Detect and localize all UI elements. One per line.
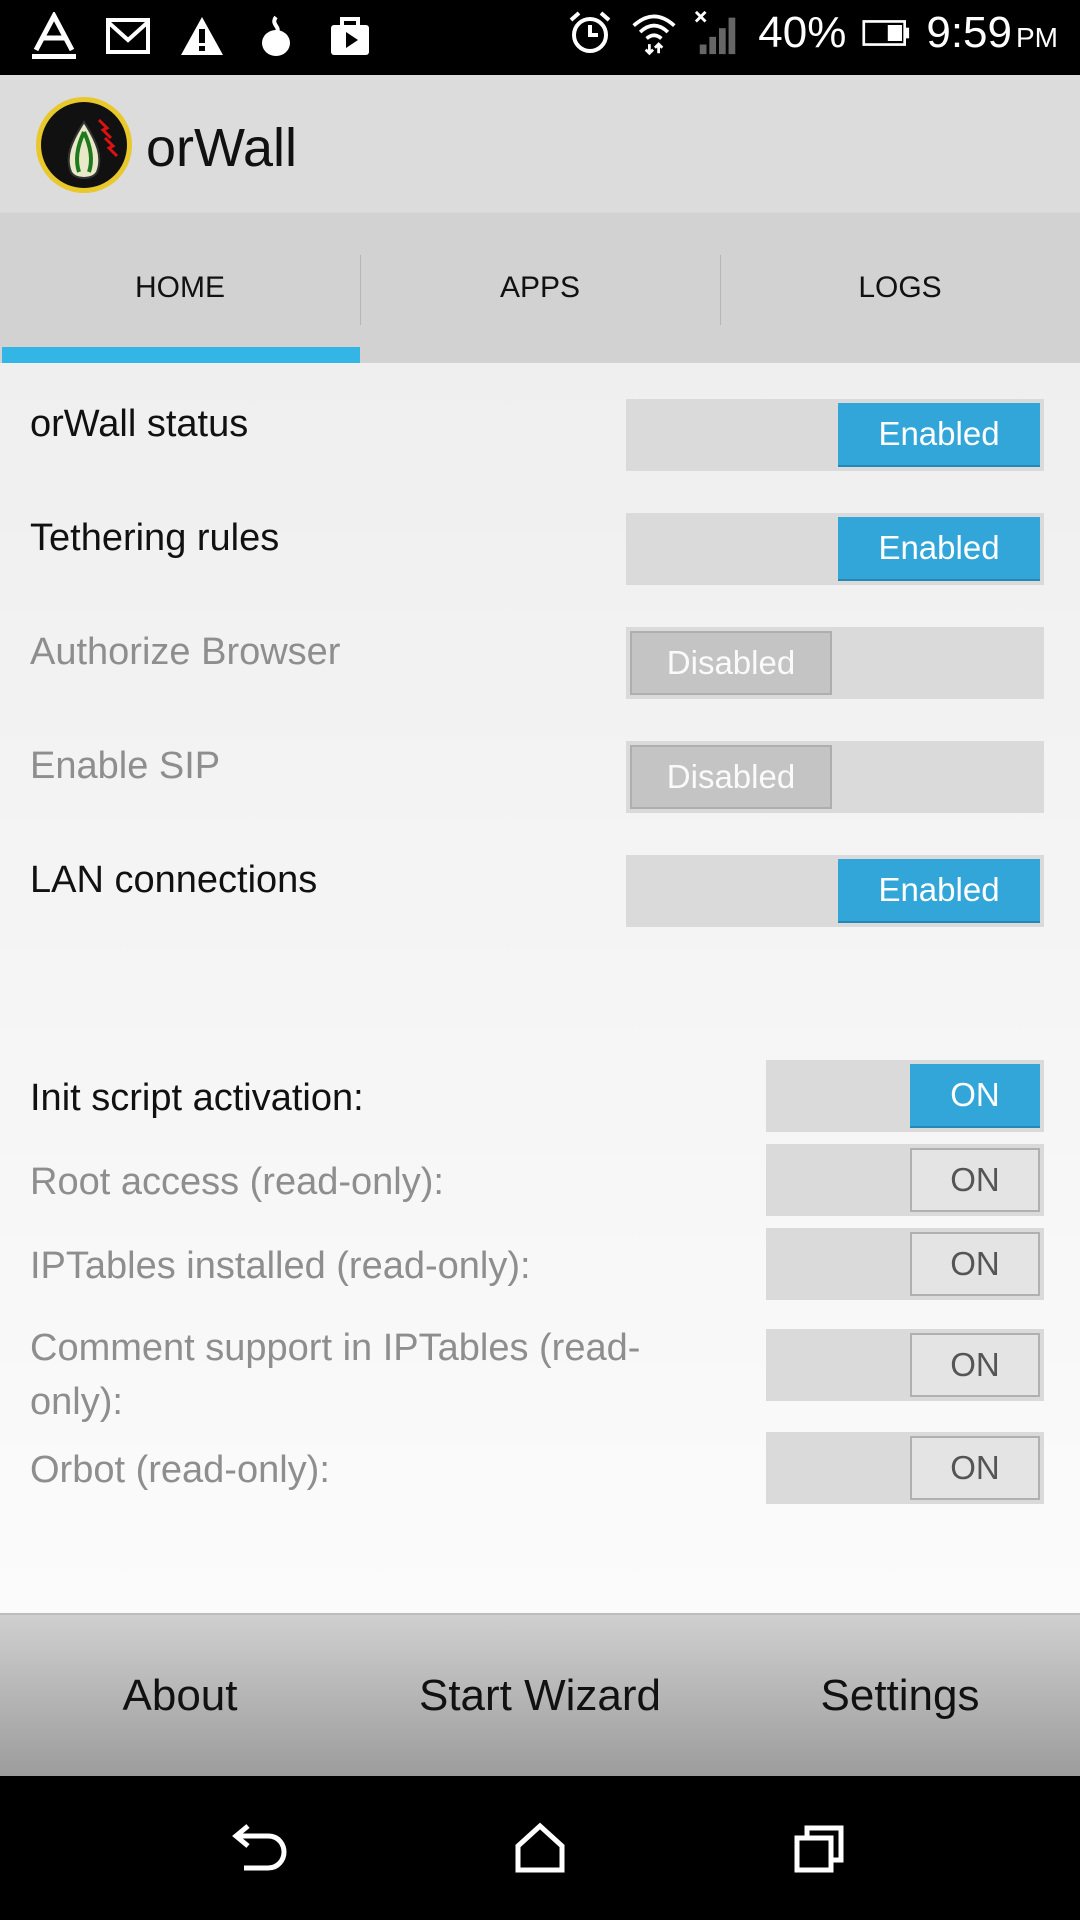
home-content: orWall status Enabled Tethering rules En…: [0, 363, 1080, 1613]
setting-label: LAN connections: [30, 859, 318, 901]
action-bar: orWall: [0, 75, 1080, 213]
wifi-icon: [630, 9, 678, 57]
enable-sip-toggle[interactable]: Disabled: [626, 741, 1044, 813]
check-label: IPTables installed (read-only):: [30, 1245, 531, 1287]
authorize-browser-toggle[interactable]: Disabled: [626, 627, 1044, 699]
home-icon[interactable]: [505, 1813, 575, 1883]
play-store-icon: [326, 12, 374, 60]
toggle-thumb: ON: [910, 1333, 1040, 1397]
orwall-status-toggle[interactable]: Enabled: [626, 399, 1044, 471]
check-label: Init script activation:: [30, 1077, 364, 1119]
toggle-thumb: Enabled: [838, 859, 1040, 923]
navigation-bar: [0, 1776, 1080, 1920]
tab-logs[interactable]: LOGS: [720, 213, 1080, 363]
gmail-icon: [104, 12, 152, 60]
toggle-thumb: ON: [910, 1436, 1040, 1500]
setting-label: orWall status: [30, 403, 249, 445]
status-bar: 40% 9:59 PM: [0, 0, 1080, 75]
battery-percent: 40%: [758, 8, 847, 57]
toggle-thumb: Disabled: [630, 631, 832, 695]
app-title: orWall: [146, 118, 298, 178]
toggle-thumb: ON: [910, 1232, 1040, 1296]
warning-icon: [178, 12, 226, 60]
toggle-thumb: Disabled: [630, 745, 832, 809]
start-wizard-button[interactable]: Start Wizard: [360, 1615, 720, 1776]
settings-button[interactable]: Settings: [720, 1615, 1080, 1776]
tab-apps[interactable]: APPS: [360, 213, 720, 363]
battery-icon: [862, 9, 910, 57]
toggle-thumb: Enabled: [838, 517, 1040, 581]
setting-label: Enable SIP: [30, 745, 221, 787]
tethering-rules-toggle[interactable]: Enabled: [626, 513, 1044, 585]
init-script-toggle[interactable]: ON: [766, 1060, 1044, 1132]
root-access-toggle: ON: [766, 1144, 1044, 1216]
alarm-icon: [566, 9, 614, 57]
toggle-thumb: ON: [910, 1148, 1040, 1212]
tab-indicator: [2, 347, 360, 363]
lantern-icon: [252, 12, 300, 60]
comment-support-toggle: ON: [766, 1329, 1044, 1401]
back-icon[interactable]: [225, 1813, 295, 1883]
recent-apps-icon[interactable]: [785, 1813, 855, 1883]
app-logo-icon[interactable]: [36, 97, 132, 193]
setting-label: Tethering rules: [30, 517, 280, 559]
clock: 9:59 PM: [926, 8, 1058, 57]
check-label: Root access (read-only):: [30, 1161, 444, 1203]
about-button[interactable]: About: [0, 1615, 360, 1776]
toggle-thumb: ON: [910, 1064, 1040, 1128]
tab-home[interactable]: HOME: [0, 213, 360, 363]
bottom-button-bar: About Start Wizard Settings: [0, 1613, 1080, 1776]
orbot-toggle: ON: [766, 1432, 1044, 1504]
lan-connections-toggle[interactable]: Enabled: [626, 855, 1044, 927]
font-icon: [30, 12, 78, 60]
signal-icon: [694, 9, 742, 57]
setting-label: Authorize Browser: [30, 631, 341, 673]
tab-bar: HOME APPS LOGS: [0, 213, 1080, 363]
iptables-installed-toggle: ON: [766, 1228, 1044, 1300]
check-label: Orbot (read-only):: [30, 1449, 330, 1491]
check-label: Comment support in IPTables (read- only)…: [30, 1327, 641, 1423]
toggle-thumb: Enabled: [838, 403, 1040, 467]
